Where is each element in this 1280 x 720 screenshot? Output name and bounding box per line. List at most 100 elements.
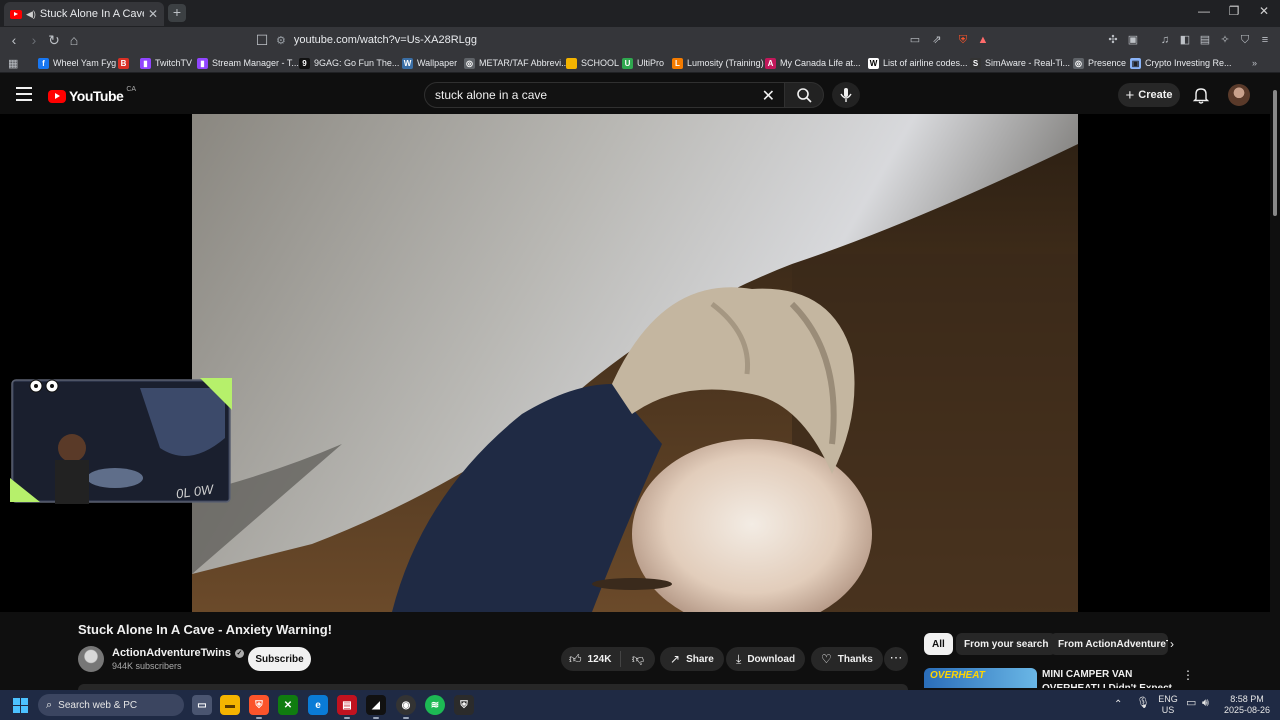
site-info-icon[interactable]: ⚙: [276, 34, 286, 47]
bookmark-item[interactable]: 9 9GAG: Go Fun The...: [299, 56, 399, 70]
scrollbar-thumb[interactable]: [1273, 90, 1277, 216]
wallet-icon[interactable]: ▤: [1198, 33, 1212, 47]
youtube-header: YouTube CA stuck alone in a cave ✕ + Cre…: [0, 74, 1280, 116]
screenshot-icon[interactable]: ▣: [1126, 33, 1140, 47]
voice-search-button[interactable]: [832, 82, 860, 108]
speaker-icon[interactable]: ◀): [26, 9, 36, 20]
file-explorer-icon[interactable]: ▬: [220, 695, 240, 715]
bookmark-item[interactable]: U UltiPro: [622, 56, 664, 70]
clock[interactable]: 8:58 PM 2025-08-26: [1222, 694, 1272, 716]
channel-avatar[interactable]: [78, 646, 104, 672]
video-frame[interactable]: [192, 114, 1078, 612]
chip-from-your-search[interactable]: From your search: [956, 633, 1057, 655]
bookmark-item[interactable]: ▮ TwitchTV: [140, 56, 192, 70]
screen: ◀) Stuck Alone In A Cave - Anxi ✕ + — ❐ …: [0, 0, 1280, 720]
share-button[interactable]: ↗ Share: [660, 647, 724, 671]
back-icon[interactable]: ‹: [6, 32, 22, 48]
bookmark-item[interactable]: W Wallpaper: [402, 56, 457, 70]
bookmark-item[interactable]: S SimAware - Real-Ti...: [970, 56, 1070, 70]
clear-search-icon[interactable]: ✕: [762, 86, 775, 106]
network-icon[interactable]: ▭: [1186, 698, 1196, 709]
bookmark-item[interactable]: ◎ METAR/TAF Abbrevi...: [464, 56, 569, 70]
chip-from-channel[interactable]: From ActionAdventureT: [1050, 633, 1168, 655]
url-field[interactable]: ⚙ youtube.com/watch?v=Us-XA28RLgg: [276, 30, 896, 50]
notifications-bell-icon[interactable]: [1192, 86, 1210, 104]
chips-next-icon[interactable]: ›: [1170, 637, 1174, 651]
recommendation-title[interactable]: MINI CAMPER VAN OVERHEAT! I Didn't Expec…: [1042, 668, 1182, 688]
create-button[interactable]: + Create: [1118, 83, 1180, 107]
bookmark-item[interactable]: ◎ Presence: [1073, 56, 1126, 70]
extensions-icon[interactable]: ✣: [1106, 33, 1120, 47]
bookmark-item[interactable]: ▮ Stream Manager - T...: [197, 56, 299, 70]
minimize-icon[interactable]: —: [1194, 4, 1214, 18]
youtube-logo[interactable]: YouTube CA: [48, 86, 136, 104]
volume-icon[interactable]: 🔊︎: [1202, 698, 1209, 709]
edge-browser-icon[interactable]: e: [308, 695, 328, 715]
browser-tab-active[interactable]: ◀) Stuck Alone In A Cave - Anxi ✕: [4, 2, 164, 26]
thumbs-down-icon: 👎︎: [631, 651, 645, 666]
close-tab-icon[interactable]: ✕: [148, 7, 158, 21]
recommendation-menu-icon[interactable]: ⋮: [1182, 668, 1194, 682]
bookmark-item[interactable]: W List of airline codes...: [868, 56, 968, 70]
search-input[interactable]: stuck alone in a cave ✕: [424, 82, 786, 108]
thumbs-up-icon: 👍︎: [569, 651, 582, 666]
bookmarks-bar: ▦ f Wheel Yam Fyg B ▮ TwitchTV ▮ Stream Man…: [0, 53, 1280, 73]
media-icon[interactable]: ♫: [1158, 33, 1172, 47]
obs-app-icon[interactable]: ◢: [366, 695, 386, 719]
language-indicator[interactable]: ENG US: [1156, 694, 1180, 716]
forward-icon[interactable]: ›: [26, 32, 42, 48]
youtube-play-icon: [48, 89, 66, 103]
brave-shields-icon[interactable]: ⛨: [956, 33, 970, 47]
subscribe-button[interactable]: Subscribe: [248, 647, 311, 671]
dislike-button[interactable]: 👎︎: [621, 652, 655, 667]
brave-rewards-icon[interactable]: ▲: [976, 33, 990, 47]
tray-overflow-icon[interactable]: ⌃: [1114, 699, 1122, 710]
menu-icon[interactable]: ≡: [1258, 33, 1272, 47]
taskbar-search-input[interactable]: ⌕ Search web & PC: [38, 694, 184, 716]
search-button[interactable]: [784, 82, 824, 108]
more-bookmarks-icon[interactable]: »: [1252, 56, 1257, 70]
mic-tray-icon[interactable]: 🎙︎: [1136, 698, 1150, 709]
shield-app-icon[interactable]: ⛨: [454, 695, 474, 715]
cast-icon[interactable]: ▭: [908, 33, 922, 47]
home-icon[interactable]: ⌂: [66, 32, 82, 48]
chip-all[interactable]: All: [924, 633, 953, 655]
channel-name[interactable]: ActionAdventureTwins ✓: [112, 647, 244, 659]
bookmark-item[interactable]: f Wheel Yam Fyg: [38, 56, 116, 70]
recording-app-icon[interactable]: ◉: [396, 695, 416, 719]
bookmark-item[interactable]: B: [118, 56, 133, 70]
bookmark-item[interactable]: A My Canada Life at...: [765, 56, 861, 70]
search-icon: ⌕: [46, 698, 53, 711]
spotify-icon[interactable]: ≋: [425, 695, 445, 715]
apps-grid-icon[interactable]: ▦: [8, 56, 18, 70]
leo-ai-icon[interactable]: ✧: [1218, 33, 1232, 47]
like-button[interactable]: 👍︎ 124K: [561, 651, 621, 667]
reload-icon[interactable]: ↻: [46, 32, 62, 48]
guide-menu-icon[interactable]: [16, 87, 32, 101]
brave-browser-icon[interactable]: ⛨: [249, 695, 269, 719]
windows-start-icon[interactable]: [13, 698, 28, 713]
bookmark-item[interactable]: ▣ Crypto Investing Re...: [1130, 56, 1232, 70]
page-scrollbar[interactable]: [1270, 74, 1280, 690]
new-tab-button[interactable]: +: [168, 4, 186, 22]
bookmark-folder[interactable]: ▬ SCHOOL: [566, 56, 619, 70]
browser-tab-strip: ◀) Stuck Alone In A Cave - Anxi ✕ + — ❐ …: [0, 0, 1280, 27]
share-page-icon[interactable]: ⇗: [930, 33, 944, 47]
youtube-favicon-icon: [10, 9, 22, 19]
share-icon: ↗: [670, 652, 681, 666]
video-player[interactable]: 0L 0W: [0, 114, 1270, 612]
close-window-icon[interactable]: ✕: [1254, 4, 1274, 18]
streaming-app-icon[interactable]: ▤: [337, 695, 357, 719]
xbox-icon[interactable]: ✕: [278, 695, 298, 715]
bookmark-item[interactable]: L Lumosity (Training): [672, 56, 764, 70]
recommendation-thumbnail[interactable]: OVERHEAT: [924, 668, 1037, 688]
sidebar-icon[interactable]: ◧: [1178, 33, 1192, 47]
restore-icon[interactable]: ❐: [1224, 4, 1244, 18]
bookmark-icon[interactable]: ☐: [254, 32, 270, 48]
thanks-button[interactable]: ♡ Thanks: [811, 647, 883, 671]
vpn-icon[interactable]: ⛉: [1238, 33, 1252, 47]
account-avatar[interactable]: [1228, 84, 1250, 106]
task-view-icon[interactable]: ▭: [192, 695, 212, 715]
more-actions-button[interactable]: ⋯: [884, 647, 908, 671]
download-button[interactable]: ⤓ Download: [726, 647, 806, 671]
